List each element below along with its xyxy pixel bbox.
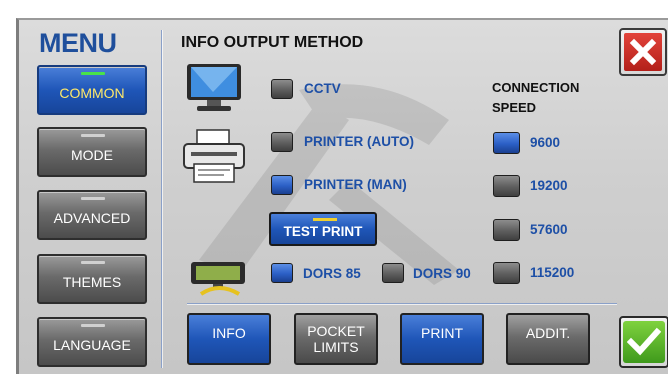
addit-button-label: ADDIT. bbox=[525, 325, 571, 341]
speed-19200-checkbox[interactable] bbox=[493, 175, 520, 197]
sidebar-item-advanced[interactable]: ADVANCED bbox=[37, 190, 147, 240]
indicator bbox=[81, 324, 105, 327]
pocket-limits-button[interactable]: POCKET LIMITS bbox=[294, 313, 378, 365]
connection-speed-heading-line2: SPEED bbox=[492, 100, 537, 115]
speed-57600-label: 57600 bbox=[530, 222, 568, 237]
monitor-icon bbox=[187, 64, 241, 111]
speed-57600-checkbox[interactable] bbox=[493, 219, 520, 241]
sidebar-item-label: COMMON bbox=[59, 85, 125, 101]
sidebar-item-language[interactable]: LANGUAGE bbox=[37, 317, 147, 367]
cctv-checkbox[interactable] bbox=[271, 79, 293, 99]
confirm-button[interactable] bbox=[619, 316, 668, 368]
info-button[interactable]: INFO bbox=[187, 313, 271, 365]
speed-115200-checkbox[interactable] bbox=[493, 262, 520, 284]
dors-display-icon bbox=[191, 262, 245, 296]
print-button[interactable]: PRINT bbox=[400, 313, 484, 365]
indicator bbox=[313, 218, 337, 221]
test-print-button[interactable]: TEST PRINT bbox=[269, 212, 377, 246]
printer-auto-checkbox[interactable] bbox=[271, 132, 293, 152]
speed-115200-label: 115200 bbox=[530, 265, 575, 280]
menu-title: MENU bbox=[39, 28, 117, 58]
indicator bbox=[81, 197, 105, 200]
dors90-checkbox[interactable] bbox=[382, 263, 404, 283]
dors85-label: DORS 85 bbox=[303, 266, 361, 281]
active-indicator bbox=[81, 72, 105, 75]
test-print-label: TEST PRINT bbox=[283, 224, 363, 239]
speed-9600-label: 9600 bbox=[530, 135, 561, 150]
sidebar-item-label: ADVANCED bbox=[53, 210, 131, 226]
indicator bbox=[81, 134, 105, 137]
pocket-limits-label: POCKET LIMITS bbox=[307, 323, 365, 355]
sidebar-divider bbox=[161, 30, 163, 368]
connection-speed-heading: CONNECTION SPEED bbox=[492, 78, 579, 118]
indicator bbox=[81, 261, 105, 264]
sidebar-item-common[interactable]: COMMON bbox=[37, 65, 147, 115]
sidebar-item-label: THEMES bbox=[62, 274, 122, 290]
sidebar-item-label: MODE bbox=[71, 147, 113, 163]
cctv-label: CCTV bbox=[304, 81, 341, 96]
pocket-limits-line2: LIMITS bbox=[313, 339, 359, 355]
checkmark-icon bbox=[627, 327, 661, 356]
addit-button[interactable]: ADDIT. bbox=[506, 313, 590, 365]
pocket-limits-line1: POCKET bbox=[307, 323, 365, 339]
section-title: INFO OUTPUT METHOD bbox=[181, 34, 364, 51]
close-icon bbox=[629, 38, 657, 66]
sidebar-item-mode[interactable]: MODE bbox=[37, 127, 147, 177]
printer-icon bbox=[183, 129, 245, 183]
bottom-divider bbox=[187, 303, 617, 305]
printer-man-label: PRINTER (MAN) bbox=[304, 177, 407, 192]
speed-9600-checkbox[interactable] bbox=[493, 132, 520, 154]
settings-screen: MENU COMMON MODE ADVANCED THEMES LANGUAG… bbox=[16, 18, 668, 374]
sidebar-item-label: LANGUAGE bbox=[53, 337, 131, 353]
print-button-label: PRINT bbox=[421, 325, 463, 341]
info-button-label: INFO bbox=[212, 325, 246, 341]
printer-auto-label: PRINTER (AUTO) bbox=[304, 134, 414, 149]
dors90-label: DORS 90 bbox=[413, 266, 471, 281]
dors85-checkbox[interactable] bbox=[271, 263, 293, 283]
close-button[interactable] bbox=[619, 28, 667, 76]
connection-speed-heading-line1: CONNECTION bbox=[492, 80, 580, 95]
printer-man-checkbox[interactable] bbox=[271, 175, 293, 195]
sidebar-item-themes[interactable]: THEMES bbox=[37, 254, 147, 304]
speed-19200-label: 19200 bbox=[530, 178, 568, 193]
